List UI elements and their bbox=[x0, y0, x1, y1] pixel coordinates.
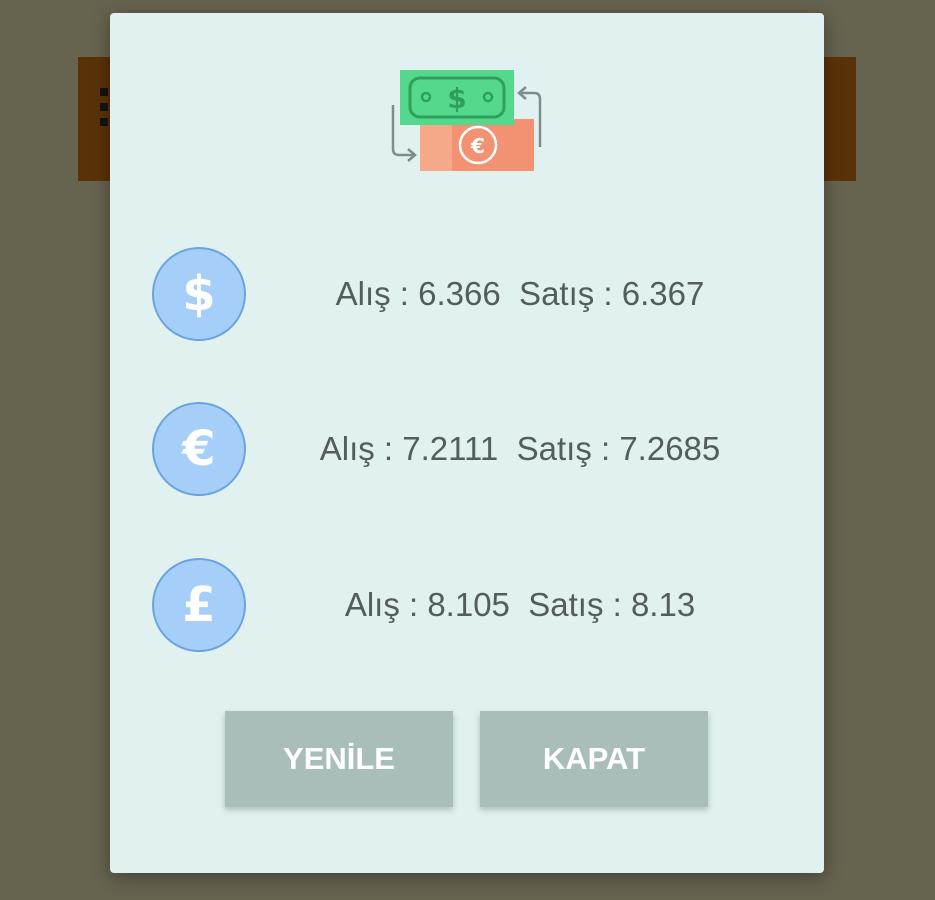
euro-icon: € bbox=[152, 402, 246, 496]
eur-rate-text: Alış : 7.2111 Satış : 7.2685 bbox=[319, 430, 721, 467]
rate-row-usd: $ Alış : 6.366 Satış : 6.367 bbox=[150, 247, 790, 347]
background-toolbar-right bbox=[822, 57, 856, 181]
pound-icon: £ bbox=[152, 558, 246, 652]
background-toolbar-left bbox=[78, 57, 114, 181]
money-exchange-icon: € $ bbox=[390, 65, 550, 183]
rate-row-eur: € Alış : 7.2111 Satış : 7.2685 bbox=[150, 402, 790, 502]
svg-text:€: € bbox=[470, 134, 485, 158]
overflow-menu-icon bbox=[100, 88, 108, 138]
exchange-rates-dialog: € $ $ Alış : 6.366 Satış : 6.367 € Alış … bbox=[110, 13, 824, 873]
close-button[interactable]: KAPAT bbox=[480, 711, 708, 807]
gbp-rate-text: Alış : 8.105 Satış : 8.13 bbox=[344, 586, 696, 623]
refresh-button[interactable]: YENİLE bbox=[225, 711, 453, 807]
dollar-icon: $ bbox=[152, 247, 246, 341]
usd-rate-text: Alış : 6.366 Satış : 6.367 bbox=[335, 275, 705, 312]
svg-text:$: $ bbox=[447, 82, 466, 115]
rate-row-gbp: £ Alış : 8.105 Satış : 8.13 bbox=[150, 558, 790, 658]
